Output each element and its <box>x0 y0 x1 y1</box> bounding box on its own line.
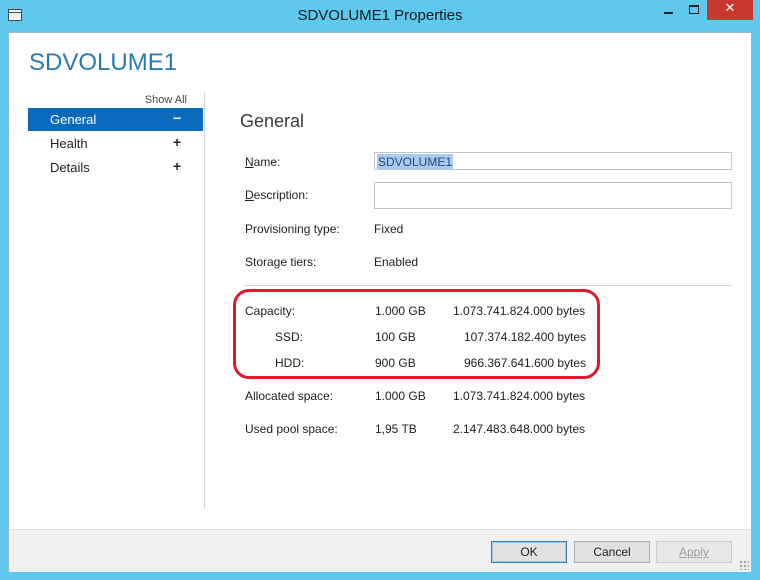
sidebar-item-label: Health <box>50 136 88 151</box>
expand-icon[interactable]: + <box>173 158 181 174</box>
allocated-space-bytes: 1.073.741.824.000 bytes <box>453 389 586 403</box>
page-title: SDVOLUME1 <box>29 49 178 76</box>
window-title: SDVOLUME1 Properties <box>297 7 463 24</box>
maximize-icon <box>689 5 699 14</box>
provisioning-type-label: Provisioning type: <box>245 222 340 236</box>
allocated-space-size: 1.000 GB <box>375 389 426 403</box>
button-bar: OK Cancel Apply <box>9 529 751 572</box>
expand-icon[interactable]: + <box>173 134 181 150</box>
show-all-link[interactable]: Show All <box>145 94 187 106</box>
name-field[interactable]: SDVOLUME1 <box>374 152 732 170</box>
close-button[interactable]: ✕ <box>707 0 753 20</box>
sidebar-item-general[interactable]: General − <box>28 108 203 131</box>
section-title: General <box>240 111 305 131</box>
sidebar-item-details[interactable]: Details + <box>28 156 203 179</box>
name-field-value[interactable]: SDVOLUME1 <box>377 154 454 170</box>
sidebar-item-health[interactable]: Health + <box>28 132 203 155</box>
used-pool-space-bytes: 2.147.483.648.000 bytes <box>453 422 586 436</box>
minimize-icon <box>664 12 673 14</box>
maximize-button[interactable] <box>681 0 707 20</box>
cancel-button[interactable]: Cancel <box>574 541 650 563</box>
divider <box>244 285 732 286</box>
description-field[interactable] <box>374 182 732 209</box>
sidebar: Show All General − Health + Details + <box>28 93 203 509</box>
name-label: Name: <box>245 155 281 169</box>
dialog-body: SDVOLUME1 Show All General − Health + De… <box>8 32 752 572</box>
allocated-space-label: Allocated space: <box>245 389 334 403</box>
used-pool-space-size: 1,95 TB <box>375 422 417 436</box>
provisioning-type-value: Fixed <box>374 222 404 236</box>
sidebar-item-label: Details <box>50 160 90 175</box>
used-pool-space-label: Used pool space: <box>245 422 338 436</box>
resize-grip-icon[interactable] <box>739 560 749 570</box>
description-label: Description: <box>245 188 309 202</box>
apply-button[interactable]: Apply <box>656 541 732 563</box>
sidebar-item-label: General <box>50 112 97 127</box>
ok-button[interactable]: OK <box>491 541 567 563</box>
collapse-icon[interactable]: − <box>173 110 181 126</box>
properties-window: SDVOLUME1 Properties ✕ SDVOLUME1 Show Al… <box>0 0 760 580</box>
close-icon: ✕ <box>724 1 736 16</box>
minimize-button[interactable] <box>655 0 681 20</box>
sidebar-divider <box>204 93 205 509</box>
capacity-highlight-annotation <box>233 289 600 379</box>
storage-tiers-label: Storage tiers: <box>245 255 317 269</box>
storage-tiers-value: Enabled <box>374 255 419 269</box>
title-bar[interactable]: SDVOLUME1 Properties ✕ <box>0 0 760 32</box>
